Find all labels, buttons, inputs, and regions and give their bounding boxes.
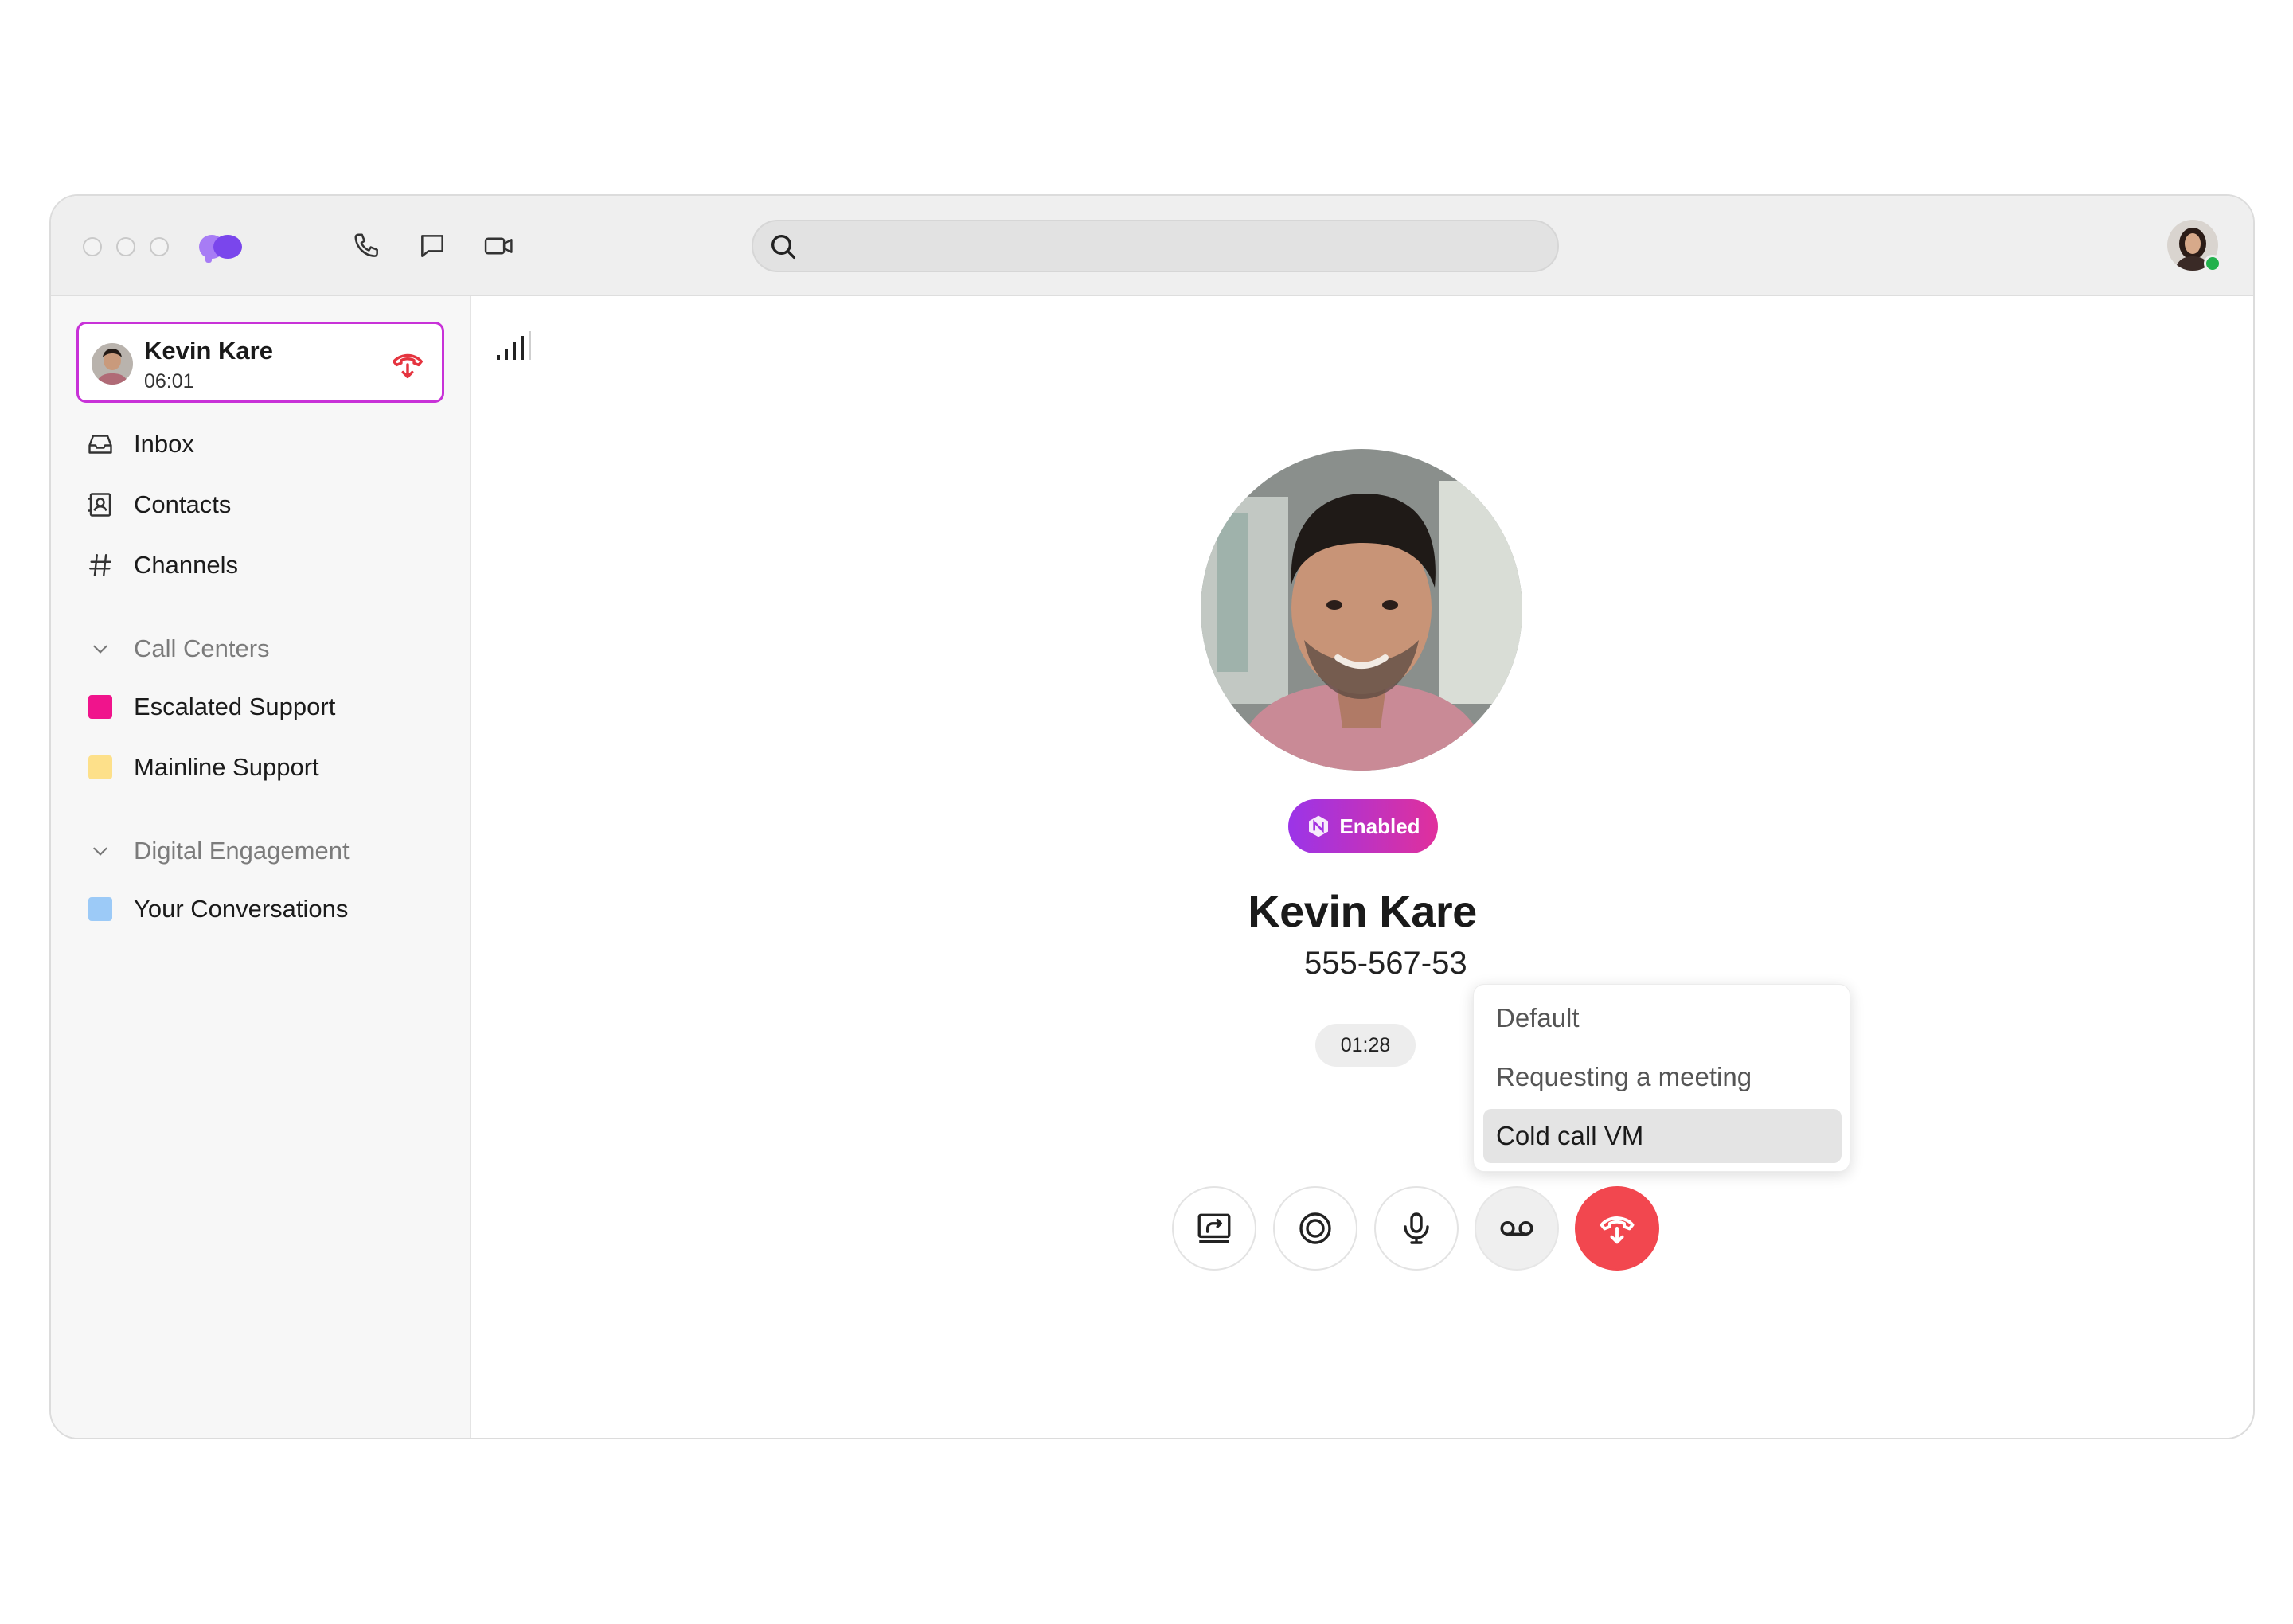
call-timer: 01:28 [1315, 1024, 1416, 1067]
online-status-indicator [2204, 255, 2221, 272]
search-icon [771, 235, 795, 259]
active-call-card[interactable]: Kevin Kare 06:01 [76, 322, 444, 403]
end-call-button[interactable] [1575, 1186, 1659, 1271]
contacts-icon [83, 487, 118, 522]
callee-phone-number: 555-567-53 [1304, 946, 1467, 981]
section-call-centers[interactable]: Call Centers [83, 629, 270, 669]
section-digital-engagement[interactable]: Digital Engagement [83, 831, 350, 871]
minimize-window-button[interactable] [116, 237, 135, 256]
color-swatch [88, 755, 112, 779]
sidebar-item-label: Escalated Support [134, 693, 336, 720]
sidebar-item-label: Inbox [134, 430, 194, 458]
inbox-icon [83, 427, 118, 462]
signal-strength-icon [497, 331, 531, 360]
record-button[interactable] [1273, 1186, 1357, 1271]
record-icon [1299, 1212, 1331, 1244]
voicemail-drop-button[interactable] [1475, 1186, 1559, 1271]
sidebar-item-label: Mainline Support [134, 753, 319, 781]
section-label: Digital Engagement [134, 837, 350, 865]
microphone-icon [1404, 1212, 1429, 1244]
hang-up-icon [1600, 1216, 1635, 1244]
maximize-window-button[interactable] [150, 237, 169, 256]
chat-icon[interactable] [414, 228, 451, 264]
voicemail-drop-menu: Default Requesting a meeting Cold call V… [1473, 984, 1850, 1172]
title-bar [51, 196, 2253, 296]
badge-label: Enabled [1339, 814, 1420, 838]
close-window-button[interactable] [83, 237, 102, 256]
app-logo [199, 235, 242, 263]
color-swatch [88, 695, 112, 719]
search-bar[interactable] [752, 220, 1559, 272]
search-input[interactable] [809, 229, 1541, 264]
callee-photo [1201, 449, 1522, 771]
chevron-down-icon [83, 631, 118, 666]
app-window: Kevin Kare 06:01 Inbox Contacts Channels… [49, 194, 2255, 1439]
hang-up-icon[interactable] [389, 346, 426, 383]
chevron-down-icon [83, 833, 118, 869]
screen-share-button[interactable] [1172, 1186, 1256, 1271]
video-icon[interactable] [481, 228, 518, 264]
active-call-duration: 06:01 [144, 370, 194, 392]
menu-item-cold-call-vm[interactable]: Cold call VM [1483, 1109, 1842, 1163]
menu-item-requesting-a-meeting[interactable]: Requesting a meeting [1483, 1050, 1842, 1104]
sidebar-item-your-conversations[interactable]: Your Conversations [83, 887, 348, 931]
sidebar: Kevin Kare 06:01 Inbox Contacts Channels… [51, 296, 471, 1438]
callee-name: Kevin Kare [1248, 886, 1477, 936]
sidebar-item-escalated-support[interactable]: Escalated Support [83, 685, 335, 729]
sidebar-item-label: Contacts [134, 490, 232, 518]
section-label: Call Centers [134, 634, 270, 662]
screen-share-icon [1197, 1213, 1231, 1243]
menu-item-default[interactable]: Default [1483, 991, 1842, 1045]
sidebar-item-contacts[interactable]: Contacts [83, 482, 231, 527]
sidebar-item-inbox[interactable]: Inbox [83, 422, 194, 467]
mute-button[interactable] [1374, 1186, 1459, 1271]
sidebar-item-label: Channels [134, 551, 238, 579]
hexagon-logo-icon [1309, 815, 1329, 837]
sidebar-item-channels[interactable]: Channels [83, 543, 238, 588]
call-view: Enabled Kevin Kare 555-567-53 01:28 Defa… [473, 296, 2253, 1438]
hash-icon [83, 548, 118, 583]
active-call-name: Kevin Kare [144, 337, 273, 365]
caller-avatar [92, 343, 133, 385]
color-swatch [88, 897, 112, 921]
sidebar-item-label: Your Conversations [134, 895, 349, 923]
phone-icon[interactable] [349, 228, 385, 264]
sidebar-item-mainline-support[interactable]: Mainline Support [83, 745, 319, 790]
enabled-badge: Enabled [1288, 799, 1438, 853]
voicemail-icon [1500, 1220, 1533, 1236]
